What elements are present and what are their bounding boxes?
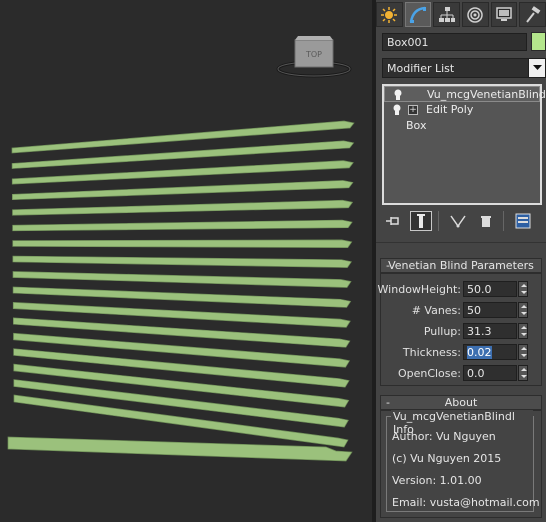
make-unique-icon	[450, 215, 466, 228]
toolbar-separator	[438, 211, 439, 231]
make-unique-button[interactable]	[447, 211, 469, 231]
param-label: # Vanes:	[411, 304, 461, 317]
trash-icon	[481, 216, 491, 227]
param-label: WindowHeight:	[377, 283, 461, 296]
author-text: Author: Vu Nguyen	[392, 430, 496, 443]
venetian-blind-slats	[7, 120, 355, 462]
blind-slat	[12, 180, 354, 201]
venetian-params-rollout-header[interactable]: - Venetian Blind Parameters	[380, 258, 542, 273]
param-window-height: WindowHeight: 50.0	[377, 281, 543, 299]
copyright-text: (c) Vu Nguyen 2015	[392, 452, 502, 465]
param-label: Pullup:	[423, 325, 461, 338]
vanes-spinner[interactable]	[518, 302, 528, 318]
version-text: Version: 1.01.00	[392, 474, 482, 487]
chevron-down-icon[interactable]	[528, 59, 545, 77]
blind-slat	[13, 348, 350, 388]
modifier-stack-toolbar	[382, 210, 542, 232]
open-close-input[interactable]: 0.0	[463, 365, 517, 381]
stack-item-label: Vu_mcgVenetianBlind	[427, 88, 546, 101]
modifier-list-dropdown[interactable]: Modifier List	[382, 58, 546, 78]
info-group: Vu_mcgVenetianBlindl Info Author: Vu Ngu…	[386, 410, 540, 512]
panel-separator	[376, 242, 546, 243]
viewport[interactable]: TOP	[0, 0, 372, 522]
about-rollout-header[interactable]: - About	[380, 395, 542, 410]
hierarchy-icon	[438, 6, 455, 22]
viewcube[interactable]: TOP	[276, 36, 352, 78]
window-height-spinner[interactable]	[518, 281, 528, 297]
pullup-spinner[interactable]	[518, 323, 528, 339]
blind-slat	[12, 239, 353, 248]
create-tab[interactable]	[376, 2, 403, 27]
blind-slat	[12, 199, 354, 216]
show-end-result-button[interactable]	[410, 211, 432, 231]
viewcube-label: TOP	[305, 50, 322, 59]
modifier-stack: Vu_mcgVenetianBlind + Edit Poly Box	[382, 84, 546, 205]
show-end-result-icon	[417, 214, 425, 228]
pin-stack-button[interactable]	[382, 211, 404, 231]
open-close-spinner[interactable]	[518, 365, 528, 381]
stack-item-label: Edit Poly	[426, 103, 474, 116]
display-icon	[496, 6, 512, 21]
object-color-swatch[interactable]	[531, 32, 546, 51]
display-tab[interactable]	[490, 2, 518, 27]
thickness-spinner[interactable]	[518, 344, 528, 360]
lightbulb-icon[interactable]	[393, 89, 403, 101]
modify-tab[interactable]	[404, 2, 432, 27]
param-label: Thickness:	[402, 346, 461, 359]
window-height-input[interactable]: 50.0	[463, 281, 517, 297]
configure-modifier-sets-button[interactable]	[512, 211, 534, 231]
motion-tab[interactable]	[462, 2, 489, 27]
viewport-scene: TOP	[7, 36, 355, 462]
blind-slat	[12, 286, 352, 308]
blind-slat	[12, 271, 352, 288]
pin-icon	[386, 217, 399, 225]
utilities-tab[interactable]	[519, 2, 546, 27]
thickness-value-selected: 0.02	[467, 346, 492, 359]
stack-item-label: Box	[406, 119, 427, 132]
vanes-input[interactable]: 50	[463, 302, 517, 318]
param-pullup: Pullup: 31.3	[381, 323, 543, 341]
command-panel: Box001 Modifier List Vu_mcgVenetianBlind…	[376, 0, 546, 522]
email-text[interactable]: Email: vusta@hotmail.com	[392, 496, 540, 509]
modify-icon	[409, 6, 426, 23]
rollout-title: Venetian Blind Parameters	[388, 259, 534, 272]
toolbar-separator	[503, 211, 504, 231]
venetian-params-rollout: WindowHeight: 50.0 # Vanes: 50 Pullup: 3…	[377, 273, 543, 386]
object-name-field[interactable]: Box001	[382, 33, 527, 51]
modifier-list-label: Modifier List	[387, 62, 455, 75]
hierarchy-tab[interactable]	[433, 2, 461, 27]
param-vanes: # Vanes: 50	[381, 302, 543, 320]
rollout-title: About	[444, 396, 478, 409]
create-sun-icon	[381, 6, 398, 23]
stack-item-box[interactable]: Box	[384, 118, 540, 134]
remove-modifier-button[interactable]	[475, 211, 497, 231]
thickness-input[interactable]: 0.02	[463, 344, 517, 360]
lightbulb-icon[interactable]	[392, 104, 402, 116]
command-panel-tabs	[376, 0, 546, 28]
blind-slat	[12, 255, 352, 268]
expand-plus-icon[interactable]: +	[408, 105, 418, 115]
utilities-hammer-icon	[525, 5, 541, 23]
motion-icon	[467, 6, 484, 23]
stack-item-edit-poly[interactable]: + Edit Poly	[384, 102, 540, 118]
stack-item-venetian-blind[interactable]: Vu_mcgVenetianBlind	[384, 86, 546, 102]
param-thickness: Thickness: 0.02	[381, 344, 543, 362]
blind-slat	[12, 219, 353, 232]
configure-sets-icon	[515, 213, 531, 229]
pullup-input[interactable]: 31.3	[463, 323, 517, 339]
param-open-close: OpenClose: 0.0	[381, 365, 543, 383]
param-label: OpenClose:	[397, 367, 461, 380]
